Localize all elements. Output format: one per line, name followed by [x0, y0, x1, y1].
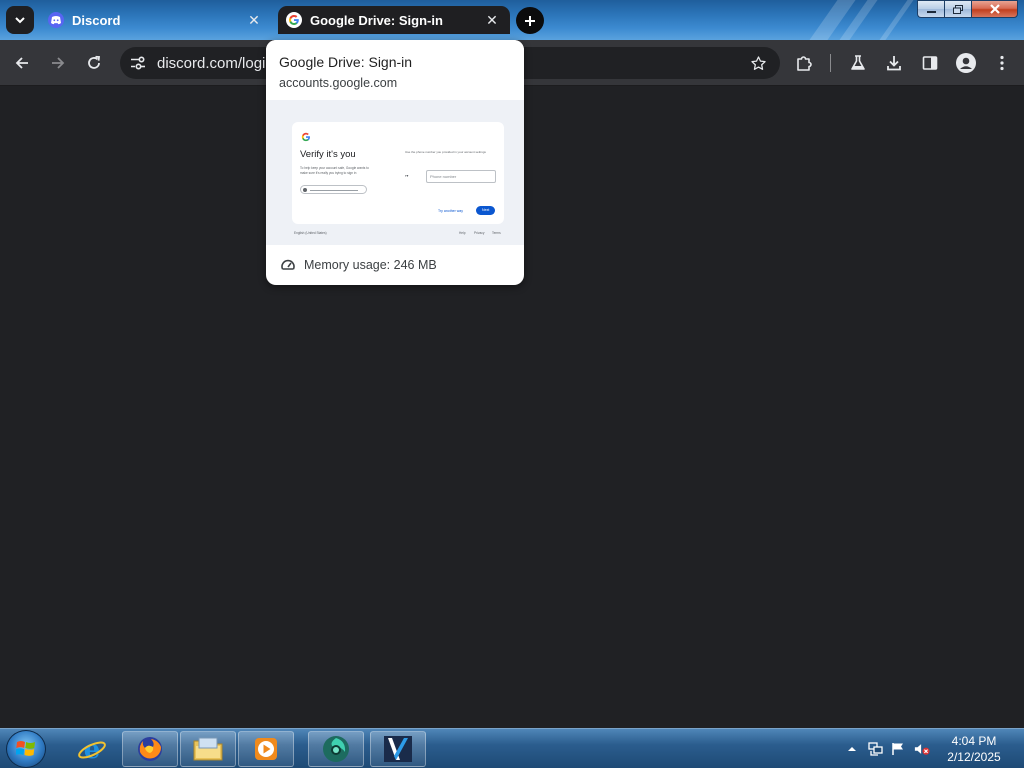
tab-title: Discord [72, 12, 121, 28]
back-button[interactable] [10, 51, 34, 75]
extensions-button[interactable] [792, 51, 816, 75]
volume-muted-icon[interactable] [914, 741, 930, 757]
preview-language: English (United States) [294, 231, 327, 235]
system-clock[interactable]: 4:04 PM 2/12/2025 [934, 733, 1014, 765]
hover-card-header: Google Drive: Sign-in accounts.google.co… [266, 40, 524, 100]
hover-card-preview: Verify it's you To help keep your accoun… [266, 100, 524, 245]
download-icon [887, 56, 901, 71]
show-hidden-icons-button[interactable] [844, 741, 860, 757]
preview-next-button: Next [476, 206, 495, 215]
tab-title: Google Drive: Sign-in [310, 12, 443, 28]
preview-try-another: Try another way [438, 209, 463, 213]
downloads-button[interactable] [882, 51, 906, 75]
taskbar-app-media-player[interactable] [238, 731, 294, 767]
media-player-icon [255, 738, 277, 760]
clock-date: 2/12/2025 [947, 750, 1001, 764]
taskbar-app-chrome[interactable] [308, 731, 364, 767]
svg-text:e: e [84, 735, 101, 764]
arrow-left-icon [15, 57, 28, 69]
taskbar-app-file-explorer[interactable] [180, 731, 236, 767]
new-tab-button[interactable] [516, 7, 544, 34]
start-button[interactable] [6, 730, 46, 768]
hover-card-footer: Memory usage: 246 MB [266, 245, 524, 285]
site-settings-icon[interactable] [128, 53, 148, 73]
restore-icon [953, 4, 963, 14]
preview-next-label: Next [482, 208, 490, 213]
memory-usage-text: Memory usage: 246 MB [304, 258, 437, 272]
google-g-icon [286, 12, 302, 28]
preview-footer-terms: Terms [492, 231, 501, 235]
minimize-icon [926, 10, 936, 13]
kebab-menu-icon [1000, 55, 1004, 71]
windows-logo-icon [16, 741, 35, 756]
reload-icon [88, 55, 100, 69]
preview-footer-help: Help [459, 231, 466, 235]
flask-icon [851, 55, 865, 70]
chrome-like-icon [323, 736, 349, 762]
memory-gauge-icon [281, 259, 295, 270]
close-window-button[interactable] [971, 0, 1018, 18]
restore-button[interactable] [944, 0, 971, 18]
preview-page: Verify it's you To help keep your accoun… [292, 122, 504, 224]
tab-search-button[interactable] [6, 6, 34, 34]
close-tab-icon[interactable]: ✕ [246, 12, 262, 28]
toolbar-separator [830, 54, 831, 72]
internet-explorer-icon: e [78, 735, 106, 764]
tab-discord[interactable]: Discord ✕ [40, 6, 272, 34]
clock-time: 4:04 PM [951, 734, 997, 748]
hover-card-title: Google Drive: Sign-in [279, 54, 413, 70]
preview-right-text: Use the phone number you provided in you… [405, 150, 486, 154]
puzzle-icon [797, 56, 812, 71]
preview-heading: Verify it's you [300, 149, 356, 160]
taskbar: e 4:04 PM 2/12/2025 [0, 728, 1024, 768]
labs-button[interactable] [846, 51, 870, 75]
preview-phone-field: Phone number [426, 170, 496, 183]
file-explorer-icon [193, 737, 223, 761]
minimize-button[interactable] [917, 0, 944, 18]
preview-account-chip [300, 185, 367, 194]
profile-button[interactable] [954, 51, 978, 75]
window-controls [917, 0, 1018, 19]
arrow-right-icon [52, 57, 65, 69]
action-center-flag-icon[interactable] [890, 741, 906, 757]
reload-button[interactable] [82, 51, 106, 75]
side-panel-button[interactable] [918, 51, 942, 75]
network-icon[interactable] [868, 741, 884, 757]
tab-hover-card: Google Drive: Sign-in accounts.google.co… [266, 40, 524, 285]
preview-footer-privacy: Privacy [474, 231, 485, 235]
tab-google-drive[interactable]: Google Drive: Sign-in ✕ [278, 6, 510, 34]
taskbar-app-internet-explorer[interactable]: e [64, 731, 120, 767]
side-panel-icon [922, 56, 938, 70]
hover-card-domain: accounts.google.com [279, 76, 398, 90]
menu-button[interactable] [990, 51, 1014, 75]
taskbar-app-firefox[interactable] [122, 731, 178, 767]
taskbar-app-video-editor[interactable] [370, 731, 426, 767]
avatar-icon [956, 53, 976, 73]
close-icon [989, 4, 1000, 14]
preview-phone-placeholder: Phone number [430, 174, 457, 179]
forward-button[interactable] [46, 51, 70, 75]
close-tab-icon[interactable]: ✕ [484, 12, 500, 28]
preview-country-flag: ▪▾ [405, 173, 409, 178]
url-text: discord.com/login [157, 55, 274, 72]
preview-description: To help keep your account safe, Google w… [300, 166, 369, 175]
bookmark-star-icon[interactable] [748, 53, 768, 73]
chevron-down-icon [15, 17, 25, 24]
video-editor-icon [384, 736, 412, 762]
chevron-up-icon [848, 747, 856, 751]
firefox-icon [138, 737, 162, 761]
discord-icon [48, 12, 64, 28]
google-g-icon [301, 132, 310, 142]
plus-icon [525, 15, 535, 26]
